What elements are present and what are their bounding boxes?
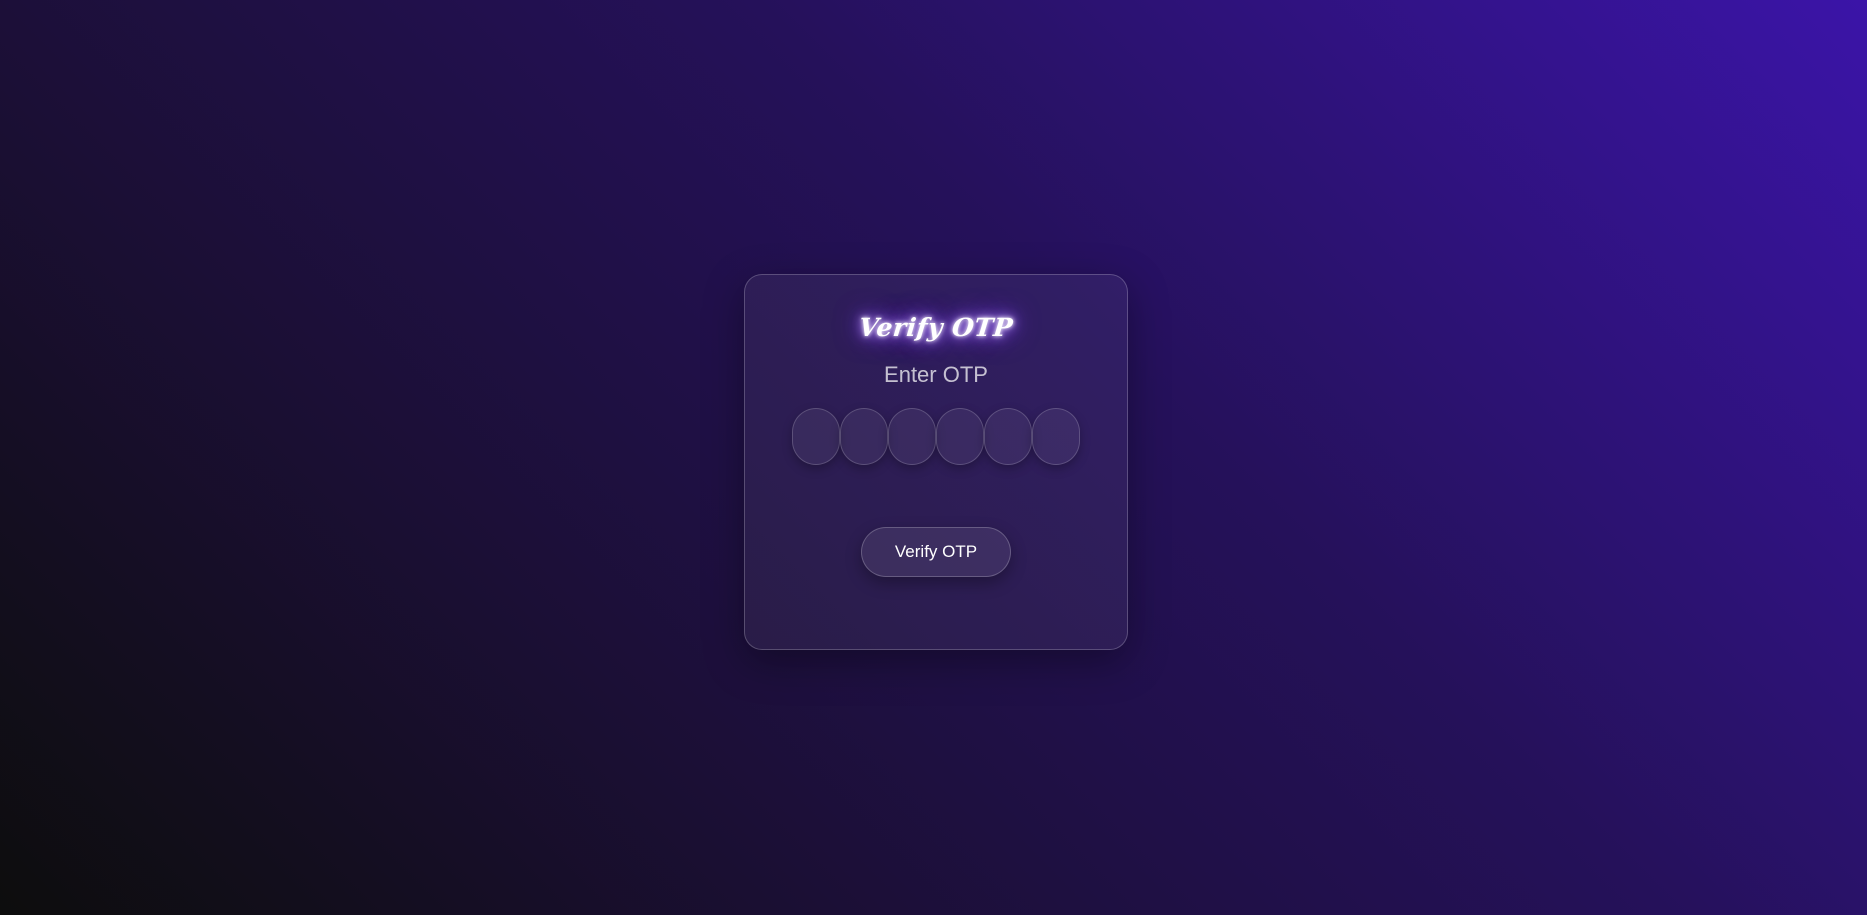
otp-digit-6[interactable] [1032,408,1080,465]
enter-otp-label: Enter OTP [884,362,988,387]
otp-digit-1[interactable] [792,408,840,465]
verify-otp-button[interactable]: Verify OTP [861,527,1011,577]
otp-input-group [792,408,1080,465]
otp-card: Verify OTP Enter OTP Verify OTP [744,274,1128,650]
otp-digit-2[interactable] [840,408,888,465]
otp-digit-3[interactable] [888,408,936,465]
otp-digit-5[interactable] [984,408,1032,465]
card-title: Verify OTP [857,313,1015,342]
otp-digit-4[interactable] [936,408,984,465]
